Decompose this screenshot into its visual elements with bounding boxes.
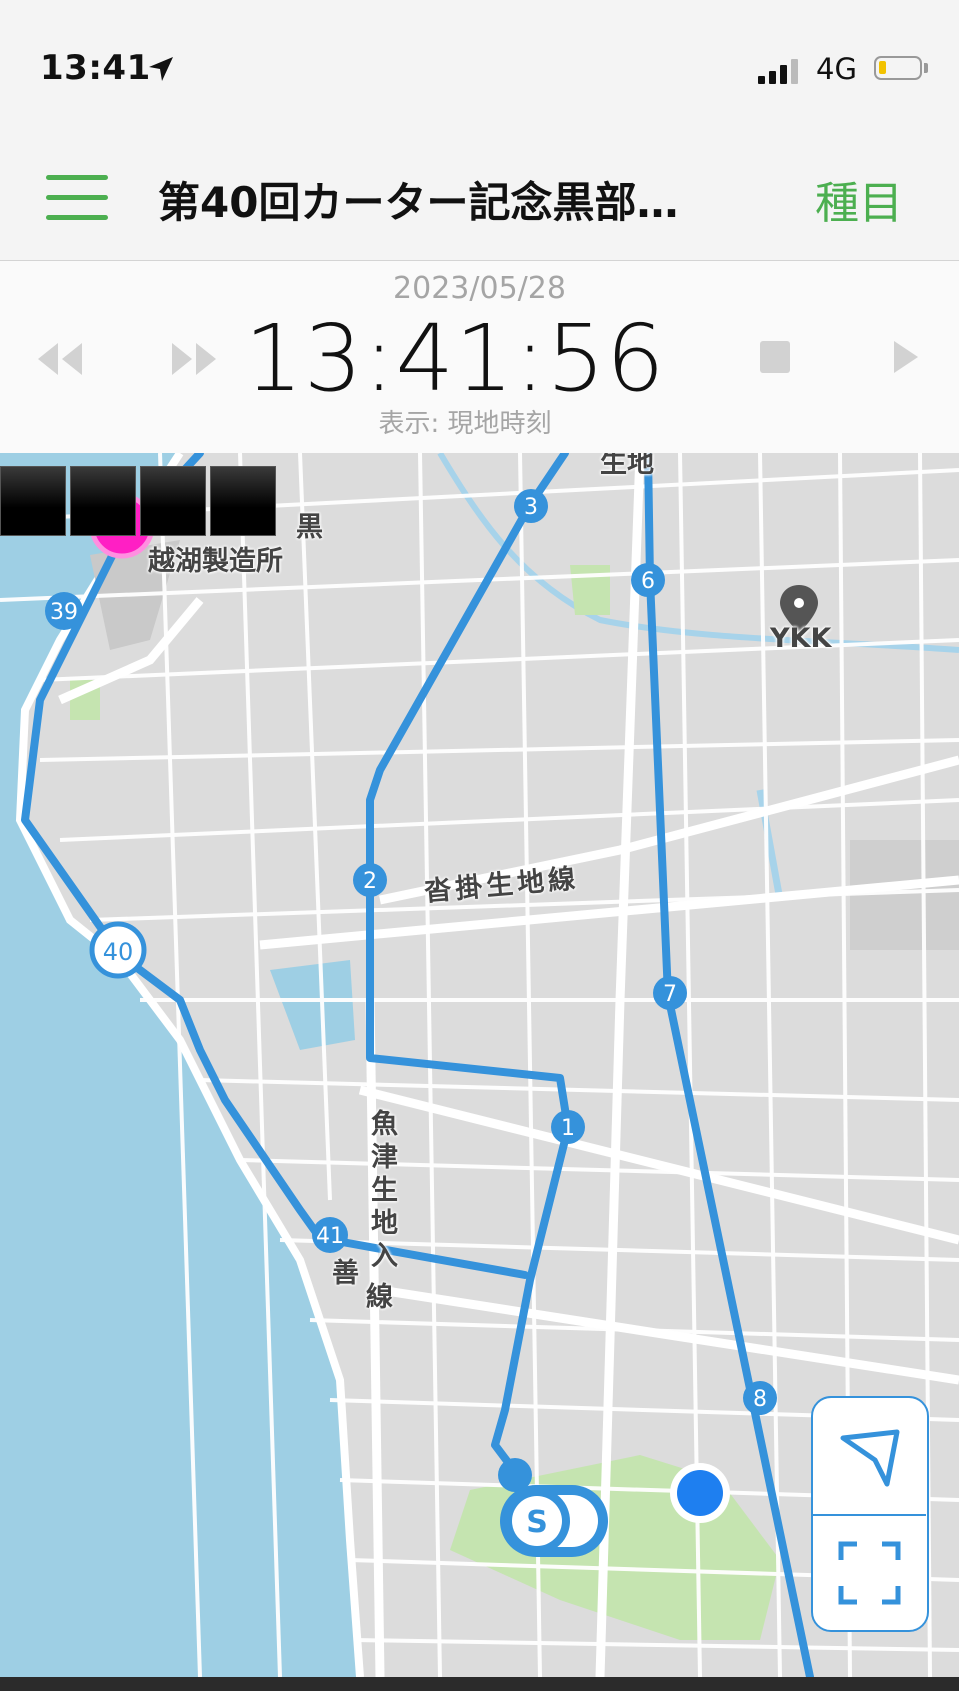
category-button[interactable]: 種目 — [815, 167, 903, 231]
playback-date: 2023/05/28 — [393, 271, 566, 306]
map-label-top: 生地 — [600, 453, 654, 479]
location-arrow-icon — [149, 57, 173, 81]
play-icon[interactable] — [890, 337, 922, 377]
navigation-arrow-icon — [840, 1429, 900, 1487]
signal-icon — [758, 58, 798, 84]
time-panel: 2023/05/28 13:41:56 表示: 現地時刻 — [0, 261, 959, 453]
fast-forward-icon[interactable] — [170, 339, 218, 379]
map-controls — [811, 1396, 929, 1632]
status-bar: 13:41 4G — [0, 0, 959, 135]
event-title: 第40回カーター記念黒部… — [158, 178, 679, 227]
bottom-strip — [0, 1677, 959, 1691]
status-time: 13:41 — [40, 48, 151, 88]
nav-bar: 第40回カーター記念黒部… 種目 — [0, 135, 959, 261]
rewind-icon[interactable] — [36, 339, 84, 379]
stop-icon[interactable] — [758, 337, 792, 377]
map-label-road-vertical-3: 線 — [366, 1282, 393, 1313]
map-label-factory-1: 黒 — [296, 512, 323, 543]
battery-icon — [874, 56, 922, 80]
time-display-mode: 表示: 現地時刻 — [378, 409, 552, 439]
map-label-road-vertical-2: 善 — [332, 1258, 359, 1289]
network-type: 4G — [816, 52, 857, 86]
locate-me-button[interactable] — [813, 1398, 926, 1512]
battery-cap — [924, 63, 928, 73]
fit-bounds-button[interactable] — [813, 1516, 926, 1630]
map-label-ykk: YKK — [770, 623, 832, 654]
runner-tag-overlay — [0, 466, 276, 536]
map-label-road-vertical-1: 魚津生地入 — [366, 1109, 397, 1274]
map-label-factory-2: 越湖製造所 — [148, 546, 283, 577]
hamburger-menu-icon[interactable] — [46, 175, 108, 221]
fullscreen-icon — [838, 1541, 901, 1605]
